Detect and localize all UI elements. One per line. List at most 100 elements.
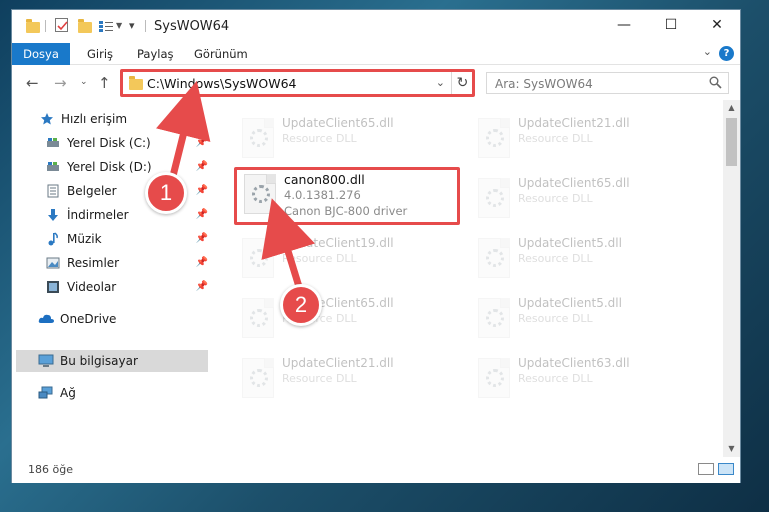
vertical-scrollbar[interactable]: ▲ ▼ (723, 100, 740, 457)
file-type: Resource DLL (518, 252, 593, 265)
sidebar-item-label: Yerel Disk (D:) (67, 160, 152, 174)
tab-view[interactable]: Görünüm (194, 43, 248, 65)
pin-icon[interactable]: 📌 (196, 156, 208, 178)
list-item[interactable]: UpdateClient65.dll Resource DLL (234, 114, 454, 168)
sidebar-item-label: Resimler (67, 256, 120, 270)
folder-icon (129, 76, 143, 90)
file-name: UpdateClient21.dll (282, 356, 394, 370)
pin-icon[interactable]: 📌 (196, 180, 208, 202)
search-icon[interactable] (709, 76, 722, 89)
maximize-button[interactable]: ☐ (648, 10, 694, 41)
pin-icon[interactable]: 📌 (196, 276, 208, 298)
sidebar-item-label: Hızlı erişim (61, 112, 128, 126)
document-icon (47, 184, 59, 198)
details-view-icon[interactable] (698, 463, 714, 475)
step-1-badge: 1 (145, 172, 187, 214)
chevron-down-icon[interactable]: ▼ (116, 21, 122, 37)
navigation-pane: Hızlı erişim Yerel Disk (C:) 📌 Yerel Dis… (12, 100, 210, 457)
back-button[interactable]: ← (26, 74, 39, 92)
step-2-badge: 2 (280, 284, 322, 326)
divider (145, 20, 146, 32)
properties-icon[interactable] (55, 18, 68, 32)
dll-file-icon (242, 238, 274, 278)
sidebar-item-label: Videolar (67, 280, 117, 294)
sidebar-item-label: Belgeler (67, 184, 117, 198)
sidebar-item-onedrive[interactable]: OneDrive (16, 308, 208, 330)
tab-share[interactable]: Paylaş (137, 43, 174, 65)
tab-file[interactable]: Dosya (12, 43, 70, 65)
scroll-down-icon[interactable]: ▼ (723, 441, 740, 457)
file-list: UpdateClient65.dll Resource DLL UpdateCl… (210, 100, 724, 457)
sidebar-item-music[interactable]: Müzik 📌 (16, 228, 208, 250)
drive-icon (47, 162, 59, 171)
list-item[interactable]: UpdateClient5.dll Resource DLL (470, 294, 690, 348)
search-input[interactable]: Ara: SysWOW64 (495, 77, 593, 91)
minimize-button[interactable]: — (601, 10, 647, 41)
list-item[interactable]: UpdateClient21.dll Resource DLL (470, 114, 690, 168)
download-icon (48, 209, 58, 221)
dll-file-icon (478, 238, 510, 278)
up-button[interactable]: ↑ (98, 74, 111, 92)
sidebar-item-label: Yerel Disk (C:) (67, 136, 151, 150)
customize-toolbar-icon[interactable]: ▾ (129, 19, 135, 35)
sidebar-item-pictures[interactable]: Resimler 📌 (16, 252, 208, 274)
large-icons-view-icon[interactable] (718, 463, 734, 475)
music-icon (48, 232, 58, 246)
file-highlight-box (234, 167, 460, 225)
folder-icon (26, 18, 40, 34)
list-item[interactable]: UpdateClient21.dll Resource DLL (234, 354, 454, 408)
recent-locations-icon[interactable]: ⌄ (80, 77, 88, 87)
refresh-button[interactable]: ↻ (451, 72, 473, 94)
file-type: Resource DLL (518, 372, 593, 385)
close-button[interactable]: ✕ (694, 10, 740, 41)
sidebar-item-label: İndirmeler (67, 208, 129, 222)
list-item[interactable]: UpdateClient65.dll Resource DLL (234, 294, 454, 348)
network-icon (38, 386, 53, 399)
new-folder-icon[interactable] (78, 18, 92, 34)
file-name: UpdateClient5.dll (518, 236, 622, 250)
sidebar-item-local-disk-d[interactable]: Yerel Disk (D:) 📌 (16, 156, 208, 178)
sidebar-item-this-pc[interactable]: Bu bilgisayar (16, 350, 208, 372)
help-button[interactable]: ? (719, 46, 734, 61)
scroll-thumb[interactable] (726, 118, 737, 166)
explorer-window: ▼ ▾ SysWOW64 — ☐ ✕ Dosya Giriş Paylaş Gö… (11, 9, 741, 483)
sidebar-item-label: Ağ (60, 386, 76, 400)
expand-ribbon-icon[interactable]: ⌄ (703, 45, 712, 58)
star-icon (41, 113, 53, 125)
file-name: UpdateClient19.dll (282, 236, 394, 250)
computer-icon (38, 354, 54, 367)
sidebar-item-label: OneDrive (60, 312, 117, 326)
file-type: Resource DLL (282, 132, 357, 145)
sidebar-item-local-disk-c[interactable]: Yerel Disk (C:) 📌 (16, 132, 208, 154)
chevron-down-icon[interactable]: ⌄ (436, 76, 445, 89)
sidebar-item-videos[interactable]: Videolar 📌 (16, 276, 208, 298)
dll-file-icon (478, 118, 510, 158)
tab-home[interactable]: Giriş (87, 43, 113, 65)
dll-file-icon (478, 178, 510, 218)
forward-button[interactable]: → (54, 74, 67, 92)
sidebar-item-network[interactable]: Ağ (16, 382, 208, 404)
picture-icon (46, 257, 60, 269)
navigation-bar: ← → ⌄ ↑ C:\Windows\SysWOW64 ⌄ ↻ Ara: Sys… (12, 66, 740, 100)
cloud-icon (38, 314, 54, 323)
sidebar-item-quick-access[interactable]: Hızlı erişim (22, 108, 214, 130)
address-bar[interactable]: C:\Windows\SysWOW64 ⌄ ↻ (122, 71, 474, 95)
pin-icon[interactable]: 📌 (196, 252, 208, 274)
file-name: UpdateClient63.dll (518, 356, 630, 370)
pin-icon[interactable]: 📌 (196, 204, 208, 226)
item-count: 186 öğe (28, 463, 73, 476)
file-type: Resource DLL (282, 372, 357, 385)
list-item[interactable]: UpdateClient19.dll Resource DLL (234, 234, 454, 288)
view-options-icon[interactable] (99, 20, 113, 33)
sidebar-item-label: Müzik (67, 232, 102, 246)
list-item[interactable]: UpdateClient5.dll Resource DLL (470, 234, 690, 288)
search-box[interactable]: Ara: SysWOW64 (486, 72, 729, 94)
pin-icon[interactable]: 📌 (196, 132, 208, 154)
list-item[interactable]: UpdateClient65.dll Resource DLL (470, 174, 690, 228)
scroll-up-icon[interactable]: ▲ (723, 100, 740, 116)
file-type: Resource DLL (518, 312, 593, 325)
pin-icon[interactable]: 📌 (196, 228, 208, 250)
file-type: Resource DLL (518, 132, 593, 145)
address-path[interactable]: C:\Windows\SysWOW64 (147, 76, 296, 91)
list-item[interactable]: UpdateClient63.dll Resource DLL (470, 354, 690, 408)
